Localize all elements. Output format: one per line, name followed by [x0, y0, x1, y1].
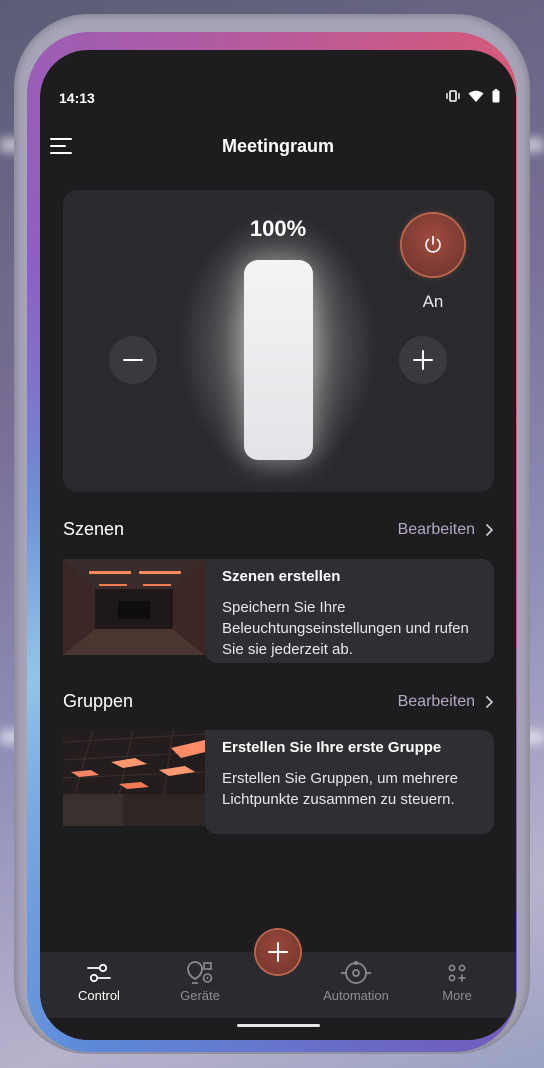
groups-illustration	[63, 730, 205, 826]
plus-icon	[268, 942, 288, 962]
page-title: Meetingraum	[221, 136, 335, 156]
battery-icon	[492, 89, 500, 103]
create-scenes-card[interactable]: Szenen erstellen Speichern Sie Ihre Bele…	[63, 559, 494, 663]
groups-section-title: Gruppen	[63, 691, 134, 711]
phone-screen: 14:13 Meetingraum 100% An Szenen Bearbei…	[40, 50, 516, 1040]
groups-card-text: Erstellen Sie Ihre erste Gruppe Erstelle…	[205, 730, 494, 834]
automation-icon	[341, 961, 371, 984]
increase-brightness-button[interactable]	[399, 336, 447, 384]
power-state-label: An	[422, 292, 444, 311]
create-group-card[interactable]: Erstellen Sie Ihre erste Gruppe Erstelle…	[63, 730, 494, 834]
light-control-card: 100% An	[63, 190, 494, 492]
add-button[interactable]	[256, 930, 300, 974]
status-time: 14:13	[59, 90, 95, 106]
scenes-card-text: Szenen erstellen Speichern Sie Ihre Bele…	[205, 559, 494, 663]
nav-item-control[interactable]: Control	[54, 958, 144, 1003]
nav-label-more: More	[442, 988, 472, 1003]
scenes-illustration	[63, 559, 205, 655]
nav-item-devices[interactable]: Geräte	[155, 958, 245, 1003]
groups-edit-label: Bearbeiten	[397, 693, 475, 710]
devices-icon	[187, 961, 213, 984]
decrease-brightness-button[interactable]	[109, 336, 157, 384]
brightness-value: 100%	[249, 216, 307, 241]
chevron-right-icon	[485, 695, 494, 709]
scenes-card-description: Speichern Sie Ihre Beleuchtungseinstellu…	[222, 599, 469, 658]
scenes-edit-link[interactable]: Bearbeiten	[398, 521, 494, 539]
control-icon	[87, 963, 111, 983]
nav-item-automation[interactable]: Automation	[311, 958, 401, 1003]
wifi-icon	[468, 90, 484, 102]
power-icon	[425, 235, 441, 253]
scenes-edit-label: Bearbeiten	[397, 521, 475, 538]
groups-card-title: Erstellen Sie Ihre erste Gruppe	[222, 739, 442, 756]
groups-edit-link[interactable]: Bearbeiten	[398, 693, 494, 711]
plus-icon	[413, 350, 433, 370]
status-icons	[446, 89, 500, 103]
more-icon	[448, 964, 466, 982]
nav-label-control: Control	[78, 988, 120, 1003]
groups-card-description: Erstellen Sie Gruppen, um mehrere Lichtp…	[222, 770, 458, 808]
nav-label-automation: Automation	[323, 988, 389, 1003]
scenes-section-title: Szenen	[63, 519, 125, 539]
vibrate-icon	[446, 90, 460, 102]
nav-label-devices: Geräte	[180, 988, 220, 1003]
brightness-slider[interactable]	[244, 260, 313, 460]
power-button[interactable]	[402, 214, 464, 276]
scenes-card-title: Szenen erstellen	[222, 568, 341, 585]
home-indicator[interactable]	[237, 1024, 320, 1027]
minus-icon	[123, 359, 143, 361]
nav-item-more[interactable]: More	[412, 958, 502, 1003]
chevron-right-icon	[485, 523, 494, 537]
